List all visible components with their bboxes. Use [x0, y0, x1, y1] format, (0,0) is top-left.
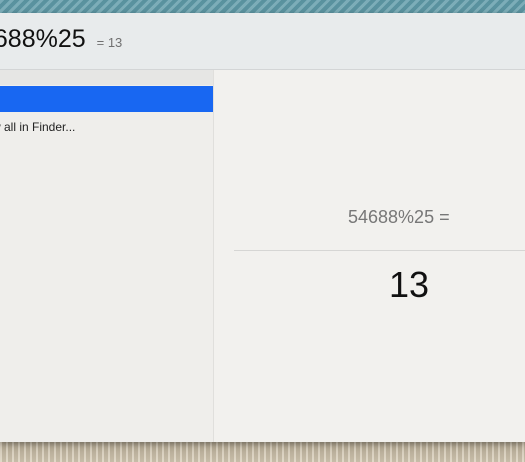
desktop-wallpaper-bottom: [0, 440, 525, 462]
calculator-answer[interactable]: 13: [389, 264, 429, 306]
preview-divider: [234, 250, 525, 251]
search-bar[interactable]: 4688%25 = 13: [0, 13, 525, 70]
inline-result: = 13: [96, 35, 123, 50]
spotlight-window: 4688%25 = 13 w all in Finder... 54688%25…: [0, 13, 525, 442]
show-all-in-finder-link[interactable]: w all in Finder...: [0, 120, 75, 134]
search-query[interactable]: 4688%25: [0, 25, 86, 53]
calculator-expression: 54688%25 =: [348, 207, 450, 227]
selected-result-row[interactable]: [0, 86, 213, 112]
search-query-text[interactable]: 4688%25 = 13: [0, 25, 122, 54]
list-section-header: [0, 70, 213, 85]
preview-pane: 54688%25 = 13: [214, 70, 525, 442]
results-list: w all in Finder...: [0, 70, 214, 442]
